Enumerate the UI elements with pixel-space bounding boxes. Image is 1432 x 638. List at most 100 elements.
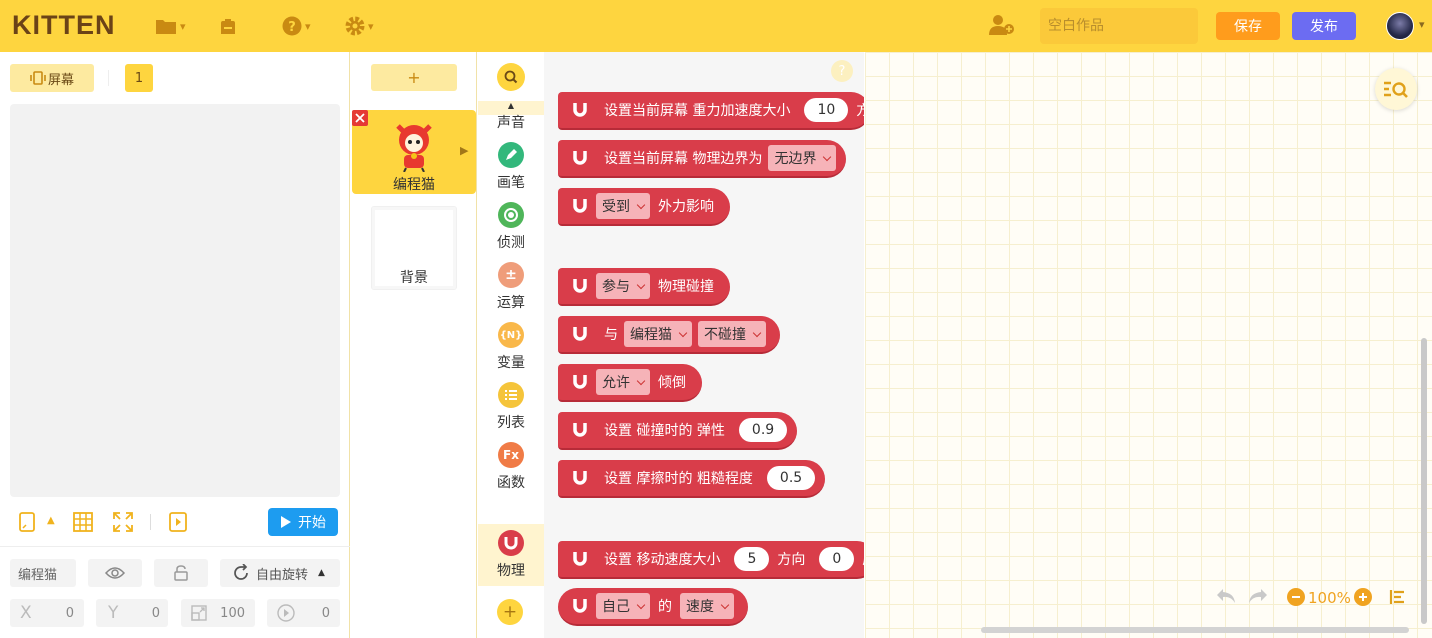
workspace-vertical-scrollbar[interactable] [1421,338,1427,624]
background-card[interactable]: 背景 [371,206,457,290]
arrange-blocks-button[interactable] [1389,589,1407,609]
screen-icon [30,71,46,85]
help-menu-button[interactable]: ? ▾ [282,14,311,38]
category-variable[interactable]: {N} 变量 [478,316,544,372]
category-label: 运算 [497,295,525,311]
block-set-velocity[interactable]: 设置 移动速度大小 5 方向 0 度 [558,541,864,579]
stage-canvas[interactable] [10,104,340,497]
workspace-horizontal-scrollbar[interactable] [981,627,1409,633]
grid-icon [73,512,93,532]
plus-icon [1359,593,1367,601]
direction-field[interactable]: 0 [267,599,340,627]
block-number-input[interactable]: 5 [734,547,770,571]
file-menu-button[interactable]: ▾ [155,14,186,38]
add-collaborator-button[interactable] [988,13,1016,37]
category-math[interactable]: ± 运算 [478,256,544,312]
undo-button[interactable] [1215,587,1237,609]
block-get-velocity[interactable]: 自己 的 速度 [558,588,748,626]
backpack-button[interactable] [218,14,238,38]
block-dropdown[interactable]: 速度 [680,593,734,619]
fullscreen-button[interactable] [113,512,133,536]
x-position-field[interactable]: X 0 [10,599,84,627]
category-function[interactable]: Fx 函数 [478,436,544,492]
category-list[interactable]: 列表 [478,376,544,432]
redo-button[interactable] [1247,587,1269,609]
app-logo: KITTEN [12,10,116,40]
block-collide-with[interactable]: 与 编程猫 不碰撞 [558,316,780,354]
lock-toggle[interactable] [154,559,208,587]
block-set-friction[interactable]: 设置 摩擦时的 粗糙程度 0.5 [558,460,826,498]
zoom-in-button[interactable] [1354,588,1372,606]
variable-icon: {N} [498,322,524,348]
sprite-card-selected[interactable]: 编程猫 ▶ [352,110,476,194]
add-sprite-button[interactable]: + [371,64,457,91]
block-set-elasticity[interactable]: 设置 碰撞时的 弹性 0.9 [558,412,798,450]
add-extension-button[interactable]: + [497,599,523,625]
block-dropdown[interactable]: 无边界 [768,145,837,171]
category-label: 变量 [497,355,525,371]
block-number-input[interactable]: 10 [804,98,849,122]
folder-icon [156,20,176,34]
block-number-input[interactable]: 0 [819,547,855,571]
block-text: 倾倒 [658,375,686,391]
block-dropdown[interactable]: 编程猫 [624,321,692,347]
block-set-boundary[interactable]: 设置当前屏幕 物理边界为 无边界 [558,140,847,178]
block-physics-collision[interactable]: 参与 物理碰撞 [558,268,730,306]
screen-thumbnail-1[interactable]: 1 [125,64,153,92]
block-external-force[interactable]: 受到 外力影响 [558,188,730,226]
zoom-out-button[interactable] [1287,588,1305,606]
code-search-button[interactable] [1375,68,1417,110]
block-text: 度 [862,549,864,569]
block-dropdown[interactable]: 参与 [596,273,650,299]
block-dropdown[interactable]: 允许 [596,369,650,395]
block-dropdown[interactable]: 不碰撞 [698,321,766,347]
block-text: 设置 碰撞时的 弹性 [604,423,725,439]
block-dropdown[interactable]: 自己 [596,593,650,619]
preview-play-button[interactable] [169,512,187,536]
magnet-icon [570,596,590,616]
svg-text:?: ? [288,20,296,35]
caret-up-icon: ▲ [318,568,325,578]
align-left-icon [1389,590,1404,604]
block-text: 物理碰撞 [658,279,714,295]
block-palette: ? 设置当前屏幕 重力加速度大小 10 方 设置当前屏幕 物理边界为 无边界 受… [544,52,864,638]
category-physics[interactable]: 物理 [478,524,544,580]
start-button[interactable]: 开始 [268,508,338,536]
block-allow-tilt[interactable]: 允许 倾倒 [558,364,702,402]
block-text: 与 [604,327,618,343]
divider [0,546,350,547]
visibility-toggle[interactable] [88,559,142,587]
screen-button[interactable]: 屏幕 [10,64,94,92]
save-button[interactable]: 保存 [1216,12,1280,40]
magnet-icon [570,468,590,488]
chevron-down-icon[interactable]: ▾ [1419,18,1425,31]
block-number-input[interactable]: 0.9 [738,418,788,442]
y-position-field[interactable]: Y 0 [96,599,168,627]
category-pen[interactable]: 画笔 [478,136,544,192]
close-icon [355,113,365,123]
sprite-name-label: 编程猫 [393,177,435,193]
help-icon[interactable]: ? [831,60,853,82]
work-title-input[interactable] [1040,8,1198,44]
user-avatar[interactable] [1386,12,1414,40]
x-label: X [20,603,32,623]
category-detect[interactable]: 侦测 [478,196,544,252]
undo-icon [1217,589,1235,603]
background-name-label: 背景 [400,270,428,286]
gear-icon [345,16,365,36]
size-field[interactable]: 100 [181,599,255,627]
chevron-right-icon[interactable]: ▶ [460,144,468,157]
grid-toggle-button[interactable] [73,512,93,536]
category-sound[interactable]: 声音 [478,76,544,132]
caret-up-icon[interactable]: ▲ [47,515,55,526]
block-number-input[interactable]: 0.5 [766,466,816,490]
publish-button[interactable]: 发布 [1292,12,1356,40]
rotation-mode-select[interactable]: 自由旋转 ▲ [220,559,340,587]
delete-sprite-button[interactable] [352,110,368,126]
block-set-gravity[interactable]: 设置当前屏幕 重力加速度大小 10 方 [558,92,864,130]
device-orientation-button[interactable] [18,512,36,536]
block-dropdown[interactable]: 受到 [596,193,650,219]
settings-menu-button[interactable]: ▾ [345,14,374,38]
sprite-name-field[interactable]: 编程猫 [10,559,76,587]
code-workspace[interactable] [865,52,1432,638]
